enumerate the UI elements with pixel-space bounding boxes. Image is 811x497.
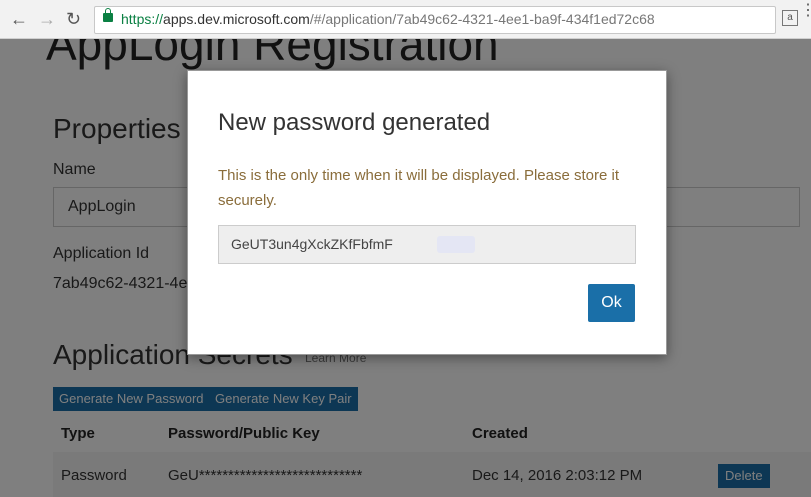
translate-icon[interactable]: a [782, 10, 798, 26]
password-dialog: New password generated This is the only … [187, 70, 667, 355]
password-value: GeUT3un4gXckZKfFbfmF [231, 236, 393, 252]
password-field[interactable]: GeUT3un4gXckZKfFbfmF [218, 225, 636, 264]
address-bar[interactable]: https://apps.dev.microsoft.com/#/applica… [94, 6, 776, 34]
dialog-message: This is the only time when it will be di… [218, 167, 620, 209]
menu-icon[interactable]: ⋮ [800, 3, 811, 19]
lock-icon [103, 8, 113, 22]
url-text: https://apps.dev.microsoft.com/#/applica… [121, 11, 655, 27]
ok-button[interactable]: Ok [588, 284, 635, 322]
browser-toolbar: ← → ↻ https://apps.dev.microsoft.com/#/a… [0, 0, 811, 39]
dialog-title: New password generated [218, 109, 491, 136]
back-arrow-icon[interactable]: ← [10, 8, 28, 30]
reload-icon[interactable]: ↻ [66, 8, 81, 30]
redacted-region [437, 236, 475, 253]
forward-arrow-icon[interactable]: → [38, 8, 56, 30]
